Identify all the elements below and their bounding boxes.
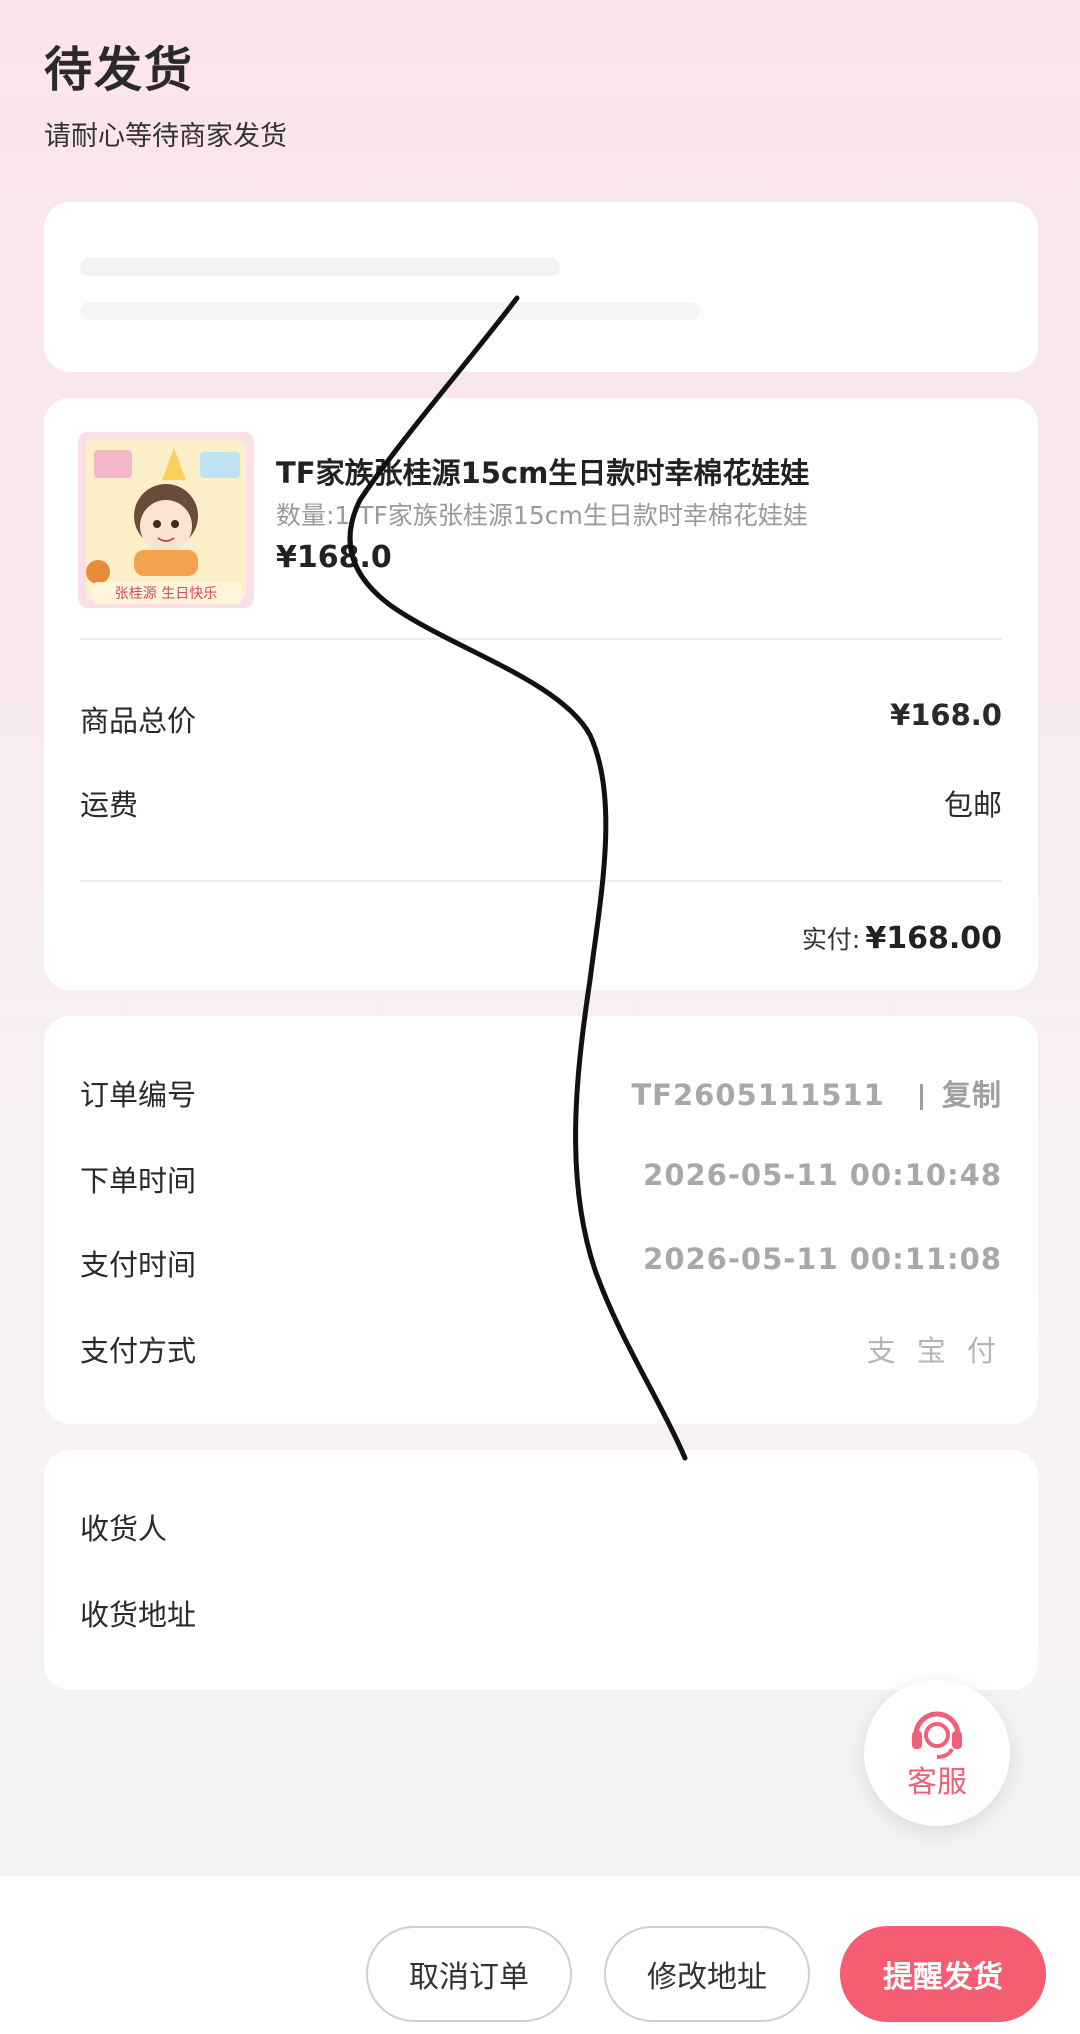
receiver-card: 收货人 收货地址 [44, 1450, 1038, 1690]
product-title[interactable]: TF家族张桂源15cm生日款时幸棉花娃娃 [276, 450, 809, 492]
divider [80, 638, 1002, 640]
order-created-row: 下单时间 2026-05-11 00:10:48 [80, 1158, 1002, 1198]
product-spec: 数量:1 TF家族张桂源15cm生日款时幸棉花娃娃 [276, 501, 808, 530]
order-info-card: 订单编号 TF2605111511 复制 下单时间 2026-05-11 00:… [44, 1016, 1038, 1424]
payment-method-row: 支付方式 支 宝 付 [80, 1328, 1002, 1368]
status-title: 待发货 [44, 42, 195, 98]
address-placeholder-line [80, 302, 700, 320]
amount-paid-label: 实付: [801, 925, 861, 954]
payment-time-label: 支付时间 [80, 1248, 197, 1282]
copy-order-number-button[interactable]: 复制 [942, 1078, 1002, 1112]
shipping-fee-row: 运费 包邮 [80, 782, 1002, 822]
total-price-value: ¥168.0 [890, 698, 1002, 732]
amount-paid: 实付: ¥168.00 [802, 920, 1002, 956]
amount-paid-value: ¥168.00 [865, 921, 1002, 956]
order-status-header: 待发货 请耐心等待商家发货 [44, 30, 287, 153]
order-number-text: TF2605111511 [631, 1078, 885, 1112]
divider [80, 880, 1002, 882]
order-number-row: 订单编号 TF2605111511 复制 [80, 1072, 1002, 1112]
bottom-action-bar: 取消订单 修改地址 提醒发货 [0, 1876, 1080, 2034]
separator [919, 1084, 923, 1110]
modify-address-button[interactable]: 修改地址 [604, 1926, 810, 2022]
order-number-value: TF2605111511 复制 [631, 1072, 1002, 1114]
remind-shipping-button[interactable]: 提醒发货 [840, 1926, 1046, 2022]
receiver-name-row: 收货人 [80, 1506, 1002, 1546]
status-subtitle: 请耐心等待商家发货 [44, 121, 287, 152]
shipping-fee-label: 运费 [80, 788, 139, 822]
product-thumbnail[interactable]: 张桂源 生日快乐 [78, 432, 254, 608]
payment-method-label: 支付方式 [80, 1334, 197, 1368]
shipping-address-card[interactable] [44, 202, 1038, 372]
payment-method-value: 支 宝 付 [866, 1334, 1002, 1368]
order-number-label: 订单编号 [80, 1078, 197, 1112]
receiver-address-label: 收货地址 [80, 1598, 197, 1632]
shipping-fee-value: 包邮 [943, 788, 1002, 822]
address-placeholder-line [80, 258, 560, 276]
product-price: ¥168.0 [276, 540, 392, 575]
total-price-label: 商品总价 [80, 704, 197, 738]
payment-time-row: 支付时间 2026-05-11 00:11:08 [80, 1242, 1002, 1282]
headset-icon [912, 1711, 962, 1759]
payment-time-value: 2026-05-11 00:11:08 [643, 1242, 1002, 1276]
receiver-address-row: 收货地址 [80, 1592, 1002, 1632]
total-price-row: 商品总价 ¥168.0 [80, 698, 1002, 738]
customer-service-button[interactable]: 客服 [864, 1680, 1010, 1826]
customer-service-label: 客服 [907, 1765, 967, 1800]
thumbnail-caption: 张桂源 生日快乐 [115, 586, 217, 602]
order-created-label: 下单时间 [80, 1164, 197, 1198]
product-card: 张桂源 生日快乐 TF家族张桂源15cm生日款时幸棉花娃娃 数量:1 TF家族张… [44, 398, 1038, 990]
receiver-name-label: 收货人 [80, 1512, 168, 1546]
order-created-value: 2026-05-11 00:10:48 [643, 1158, 1002, 1192]
cancel-order-button[interactable]: 取消订单 [366, 1926, 572, 2022]
